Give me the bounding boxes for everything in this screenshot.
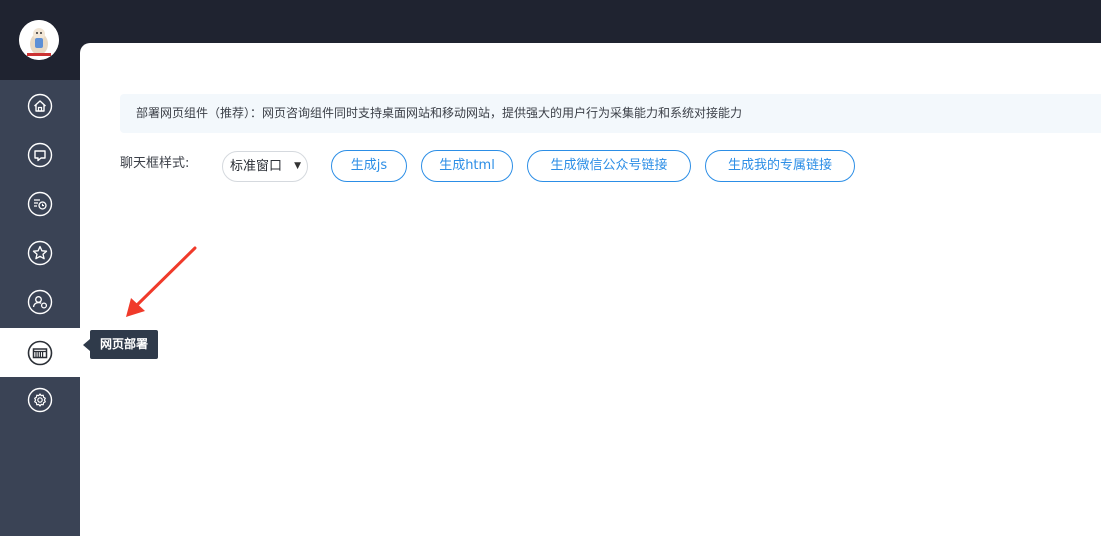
home-icon [27,93,53,118]
chat-style-value: 标准窗口 [230,159,283,174]
app-window: 部署网页组件（推荐）：网页咨询组件同时支持桌面网站和移动网站，提供强大的用户行为… [0,0,1101,536]
sidebar-item-chat[interactable] [0,130,80,179]
sidebar-item-home[interactable] [0,81,80,130]
web-deploy-icon [27,340,53,365]
sidebar-tooltip: 网页部署 [90,330,158,359]
chat-style-label: 聊天框样式: [120,156,190,171]
generate-wechat-link-button[interactable]: 生成微信公众号链接 [527,150,691,182]
generate-html-button[interactable]: 生成html [421,150,513,182]
avatar-area [0,0,80,80]
gear-icon [27,387,53,412]
sidebar [0,0,80,536]
chat-icon [27,142,53,167]
generate-js-button[interactable]: 生成js [331,150,407,182]
history-icon [27,191,53,216]
sidebar-item-favorites[interactable] [0,228,80,277]
user-settings-icon [27,289,53,314]
sidebar-item-user-settings[interactable] [0,277,80,326]
sidebar-item-web-deploy[interactable] [0,328,80,377]
sidebar-item-history[interactable] [0,179,80,228]
chat-style-select[interactable]: 标准窗口 ▼ [222,151,308,182]
notice-banner: 部署网页组件（推荐）：网页咨询组件同时支持桌面网站和移动网站，提供强大的用户行为… [120,94,1101,133]
sidebar-item-settings[interactable] [0,375,80,424]
tooltip-pointer [83,339,90,351]
avatar[interactable] [19,20,59,60]
annotation-arrow-icon [126,246,197,317]
generate-personal-link-button[interactable]: 生成我的专属链接 [705,150,855,182]
main-content: 部署网页组件（推荐）：网页咨询组件同时支持桌面网站和移动网站，提供强大的用户行为… [80,43,1101,536]
top-bar [0,0,1101,43]
chevron-down-icon: ▼ [294,161,301,171]
star-icon [27,240,53,265]
